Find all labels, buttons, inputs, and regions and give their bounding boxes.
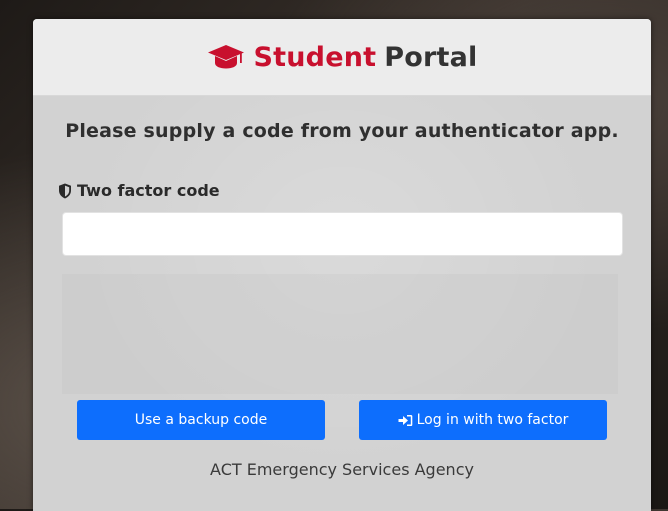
code-field-label: Two factor code: [58, 181, 220, 200]
login-card: Student Portal Please supply a code from…: [33, 19, 651, 511]
shield-icon: [59, 183, 71, 198]
use-backup-code-button[interactable]: Use a backup code: [77, 400, 325, 440]
sign-in-icon: [398, 414, 412, 426]
empty-panel: [62, 274, 618, 394]
graduation-cap-icon: [207, 45, 244, 69]
card-header: Student Portal: [33, 19, 651, 96]
brand-title: Student Portal: [207, 42, 478, 73]
two-factor-code-input[interactable]: [62, 212, 623, 256]
log-in-two-factor-label: Log in with two factor: [416, 412, 569, 428]
brand-primary-text: Student: [253, 41, 377, 73]
use-backup-code-label: Use a backup code: [134, 412, 268, 428]
code-field-label-text: Two factor code: [77, 181, 220, 200]
brand-secondary-text: Portal: [384, 41, 478, 73]
log-in-two-factor-button[interactable]: Log in with two factor: [359, 400, 607, 440]
footer-agency-text: ACT Emergency Services Agency: [210, 460, 474, 479]
instruction-text: Please supply a code from your authentic…: [65, 120, 619, 142]
